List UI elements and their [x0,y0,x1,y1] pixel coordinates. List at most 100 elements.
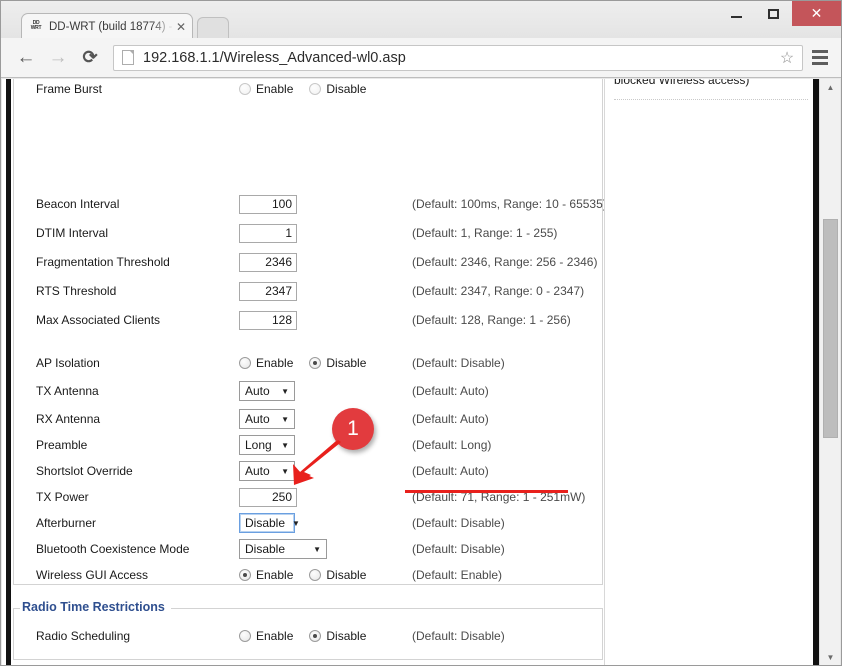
rts-threshold-input[interactable] [239,281,297,301]
rx-antenna-select[interactable]: Auto ▼ [239,409,295,429]
radio-label: Enable [256,82,294,96]
tx-antenna-control[interactable]: Auto ▼ [239,381,295,401]
beacon-interval-hint: (Default: 100ms, Range: 10 - 65535) [412,197,607,211]
ap-isolation-disable[interactable]: Disable [309,356,366,370]
advanced-settings-fieldset: Frame Burst Enable Disable Beacon Interv… [13,79,607,588]
radio-time-restrictions-legend: Radio Time Restrictions [20,600,171,614]
fragmentation-threshold-control[interactable] [239,252,297,272]
preamble-hint: (Default: Long) [412,438,492,452]
wireless-gui-access-disable[interactable]: Disable [309,568,366,582]
scrollbar-thumb[interactable] [823,219,838,438]
address-bar[interactable]: 192.168.1.1/Wireless_Advanced-wl0.asp ☆ [113,44,803,71]
title-bar: ✕ DD WRT DD-WRT (build 18774) - A ✕ [1,1,841,39]
rx-antenna-hint: (Default: Auto) [412,412,489,426]
bluetooth-coexistence-select[interactable]: Disable ▼ [239,539,327,559]
max-associated-clients-control[interactable] [239,310,297,330]
menu-line [812,50,828,53]
rx-antenna-control[interactable]: Auto ▼ [239,409,295,429]
bluetooth-coexistence-hint: (Default: Disable) [412,542,505,556]
dtim-interval-hint: (Default: 1, Range: 1 - 255) [412,226,558,240]
table-row: Wireless GUI Access Enable Disable (Defa… [14,562,602,588]
beacon-interval-control[interactable] [239,194,297,214]
radio-icon [309,83,322,95]
menu-line [812,62,828,65]
tx-antenna-hint: (Default: Auto) [412,384,489,398]
radio-icon-selected [309,357,322,369]
page-viewport: Frame Burst Enable Disable Beacon Interv… [2,79,840,665]
shortslot-override-hint: (Default: Auto) [412,464,489,478]
radio-scheduling-radios[interactable]: Enable Disable [239,629,382,643]
wireless-gui-access-radios[interactable]: Enable Disable [239,568,382,582]
tx-antenna-label: TX Antenna [36,384,99,398]
afterburner-control[interactable]: Disable ▼ [239,513,300,533]
radio-scheduling-disable[interactable]: Disable [309,629,366,643]
url-text[interactable]: 192.168.1.1/Wireless_Advanced-wl0.asp [143,50,776,66]
reload-icon[interactable]: ⟳ [75,43,105,73]
ap-isolation-hint: (Default: Disable) [412,356,505,370]
table-row: Bluetooth Coexistence Mode Disable ▼ (De… [14,536,602,562]
frame-burst-label: Frame Burst [36,82,103,96]
dtim-interval-control[interactable] [239,223,297,243]
beacon-interval-input[interactable] [239,194,297,214]
scroll-up-icon[interactable]: ▲ [820,79,840,96]
rx-antenna-label: RX Antenna [36,412,101,426]
radio-time-restrictions-fieldset: Radio Time Restrictions Radio Scheduling… [13,600,603,660]
ap-isolation-label: AP Isolation [36,356,100,370]
radio-label: Disable [326,356,367,370]
chevron-down-icon: ▼ [281,414,289,424]
radio-icon-selected [239,569,251,581]
ap-isolation-radios[interactable]: Enable Disable [239,356,382,370]
frame-burst-radios[interactable]: Enable Disable [239,82,382,96]
radio-label: Enable [256,356,294,370]
max-associated-clients-input[interactable] [239,310,297,330]
tx-antenna-select[interactable]: Auto ▼ [239,381,295,401]
radio-label: Disable [326,629,367,643]
preamble-label: Preamble [36,438,88,452]
tx-power-label: TX Power [36,490,89,504]
browser-tab[interactable]: DD WRT DD-WRT (build 18774) - A ✕ [21,13,193,39]
wireless-gui-access-label: Wireless GUI Access [36,568,149,582]
tab-title: DD-WRT (build 18774) - A [49,20,174,33]
vertical-scrollbar[interactable]: ▲ ▼ [819,79,840,665]
radio-label: Disable [326,82,367,96]
select-value: Auto [245,384,270,398]
frame-burst-disable[interactable]: Disable [309,82,366,96]
bluetooth-coexistence-label: Bluetooth Coexistence Mode [36,542,190,556]
table-row: DTIM Interval (Default: 1, Range: 1 - 25… [14,220,602,246]
scroll-down-icon[interactable]: ▼ [820,649,840,665]
frame-burst-enable[interactable]: Enable [239,82,293,96]
rts-threshold-control[interactable] [239,281,297,301]
fragmentation-threshold-input[interactable] [239,252,297,272]
bookmark-star-icon[interactable]: ☆ [776,48,798,68]
bluetooth-coexistence-control[interactable]: Disable ▼ [239,539,327,559]
radio-icon [239,630,251,642]
afterburner-hint: (Default: Disable) [412,516,505,530]
browser-window: ✕ DD WRT DD-WRT (build 18774) - A ✕ ← → ⟳… [0,0,842,666]
ddwrt-favicon-icon: DD WRT [30,20,42,31]
dtim-interval-input[interactable] [239,223,297,243]
chevron-down-icon: ▼ [313,544,321,554]
table-row: Beacon Interval (Default: 100ms, Range: … [14,191,607,217]
table-row: Max Associated Clients (Default: 128, Ra… [14,307,602,333]
select-value: Disable [245,542,286,556]
radio-scheduling-enable[interactable]: Enable [239,629,293,643]
forward-arrow-icon[interactable]: → [43,43,73,73]
chevron-down-icon: ▼ [281,386,289,396]
back-arrow-icon[interactable]: ← [11,43,41,73]
radio-icon [309,569,322,581]
ap-isolation-enable[interactable]: Enable [239,356,293,370]
dtim-interval-label: DTIM Interval [36,226,109,240]
radio-scheduling-label: Radio Scheduling [36,629,131,643]
tab-close-icon[interactable]: ✕ [174,20,188,34]
annotation-arrow-icon [293,440,341,485]
new-tab-button[interactable] [197,17,229,39]
afterburner-select[interactable]: Disable ▼ [239,513,300,533]
tx-power-control[interactable] [239,487,297,507]
wireless-gui-access-enable[interactable]: Enable [239,568,293,582]
table-row: RTS Threshold (Default: 2347, Range: 0 -… [14,278,602,304]
tx-power-input[interactable] [239,487,297,507]
hamburger-menu-icon[interactable] [803,43,837,73]
navigation-toolbar: ← → ⟳ 192.168.1.1/Wireless_Advanced-wl0.… [1,38,841,78]
rts-threshold-label: RTS Threshold [36,284,117,298]
help-panel-divider [614,99,808,100]
